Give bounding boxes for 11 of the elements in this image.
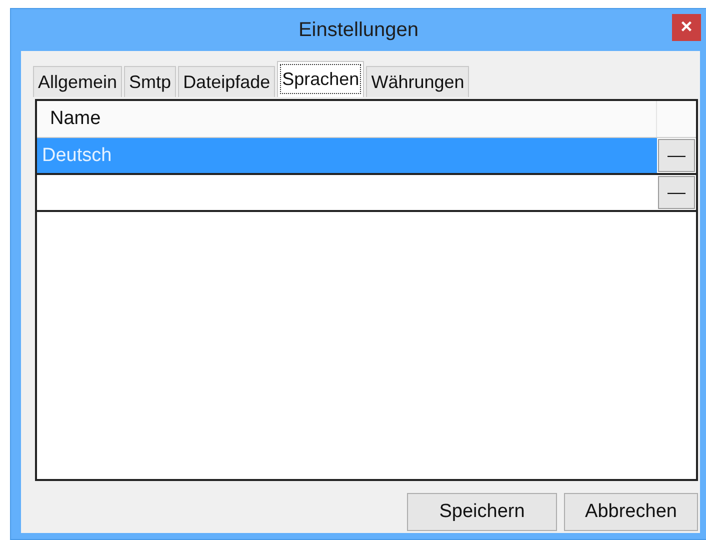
- tab[interactable]: Sprachen: [277, 61, 364, 97]
- cancel-button[interactable]: Abbrechen: [564, 493, 698, 531]
- tab[interactable]: Allgemein: [33, 66, 122, 97]
- remove-button[interactable]: —: [658, 139, 695, 172]
- remove-button[interactable]: —: [658, 176, 695, 209]
- save-button[interactable]: Speichern: [407, 493, 557, 531]
- close-button[interactable]: ×: [672, 14, 701, 41]
- window-title: Einstellungen: [298, 18, 419, 42]
- tab[interactable]: Währungen: [366, 66, 470, 97]
- tab[interactable]: Dateipfade: [178, 66, 276, 97]
- tab[interactable]: Smtp: [124, 66, 176, 97]
